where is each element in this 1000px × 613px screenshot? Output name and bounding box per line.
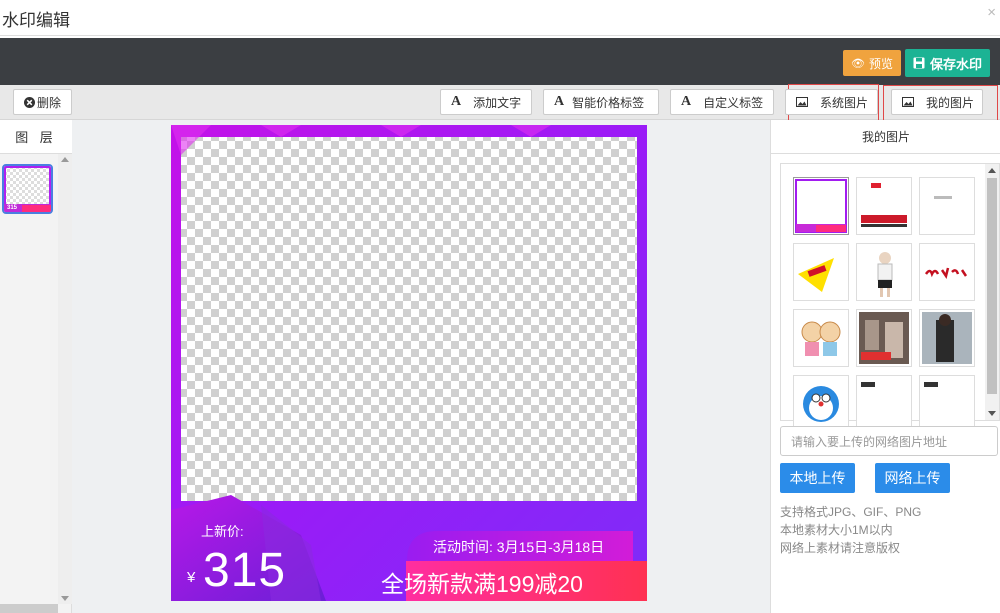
custom-tag-button[interactable]: A 自定义标签 xyxy=(670,89,774,115)
gallery-item[interactable] xyxy=(793,309,849,367)
horizontal-scrollbar[interactable] xyxy=(0,604,58,613)
layers-title: 图 层 xyxy=(0,120,72,154)
activity-time: 活动时间: 3月15日-3月18日 xyxy=(433,539,605,555)
image-url-input[interactable]: 请输入要上传的网络图片地址 xyxy=(780,426,998,456)
thumbnail-price: 315 xyxy=(7,205,18,211)
image-panel-title: 我的图片 xyxy=(771,120,1000,154)
gallery-item[interactable] xyxy=(856,375,912,433)
format-note: 支持格式JPG、GIF、PNG xyxy=(780,505,922,519)
text-icon: A xyxy=(681,94,692,109)
gallery-item[interactable] xyxy=(919,375,975,433)
image-icon xyxy=(796,97,808,107)
gallery-item[interactable] xyxy=(793,375,849,433)
remove-circle-icon xyxy=(24,96,35,108)
gallery-item[interactable] xyxy=(919,309,975,367)
eye-icon: 👁 xyxy=(851,57,865,70)
gallery-item[interactable] xyxy=(919,177,975,235)
watermark-canvas[interactable]: 上新价: ¥ 315 活动时间: 3月15日-3月18日 全场新款满199减20 xyxy=(171,125,647,601)
smart-price-tag-button[interactable]: A 智能价格标签 xyxy=(543,89,659,115)
gallery-item[interactable] xyxy=(793,243,849,301)
preview-button[interactable]: 👁 预览 xyxy=(843,50,901,76)
price-value: 315 xyxy=(203,544,287,597)
text-icon: A xyxy=(451,94,462,109)
gallery-item[interactable] xyxy=(856,309,912,367)
gallery-item[interactable] xyxy=(919,243,975,301)
my-images-button[interactable]: 我的图片 xyxy=(891,89,983,115)
currency-symbol: ¥ xyxy=(187,569,196,586)
gallery-scrollbar[interactable] xyxy=(985,164,999,420)
gallery-item[interactable] xyxy=(856,243,912,301)
system-images-button[interactable]: 系统图片 xyxy=(785,89,878,115)
web-upload-button[interactable]: 网络上传 xyxy=(875,463,950,493)
floppy-icon xyxy=(913,57,925,69)
window-titlebar: 水印编辑 × xyxy=(0,0,1000,36)
gallery-item[interactable] xyxy=(793,177,849,235)
copyright-note: 网络上素材请注意版权 xyxy=(780,541,901,555)
local-upload-button[interactable]: 本地上传 xyxy=(780,463,855,493)
gallery-item[interactable] xyxy=(856,177,912,235)
size-note: 本地素材大小1M以内 xyxy=(780,523,893,537)
price-label: 上新价: xyxy=(201,524,244,539)
add-text-button[interactable]: A 添加文字 xyxy=(440,89,532,115)
promo-text: 全场新款满199减20 xyxy=(381,571,583,597)
close-icon[interactable]: × xyxy=(987,4,996,21)
delete-button[interactable]: 删除 xyxy=(13,89,72,115)
save-watermark-button[interactable]: 保存水印 xyxy=(905,49,990,77)
image-icon xyxy=(902,97,914,107)
layer-thumbnail[interactable]: 315 xyxy=(2,164,53,214)
layers-scrollbar[interactable] xyxy=(58,154,72,604)
window-title: 水印编辑 xyxy=(2,11,70,30)
text-icon: A xyxy=(554,94,565,109)
